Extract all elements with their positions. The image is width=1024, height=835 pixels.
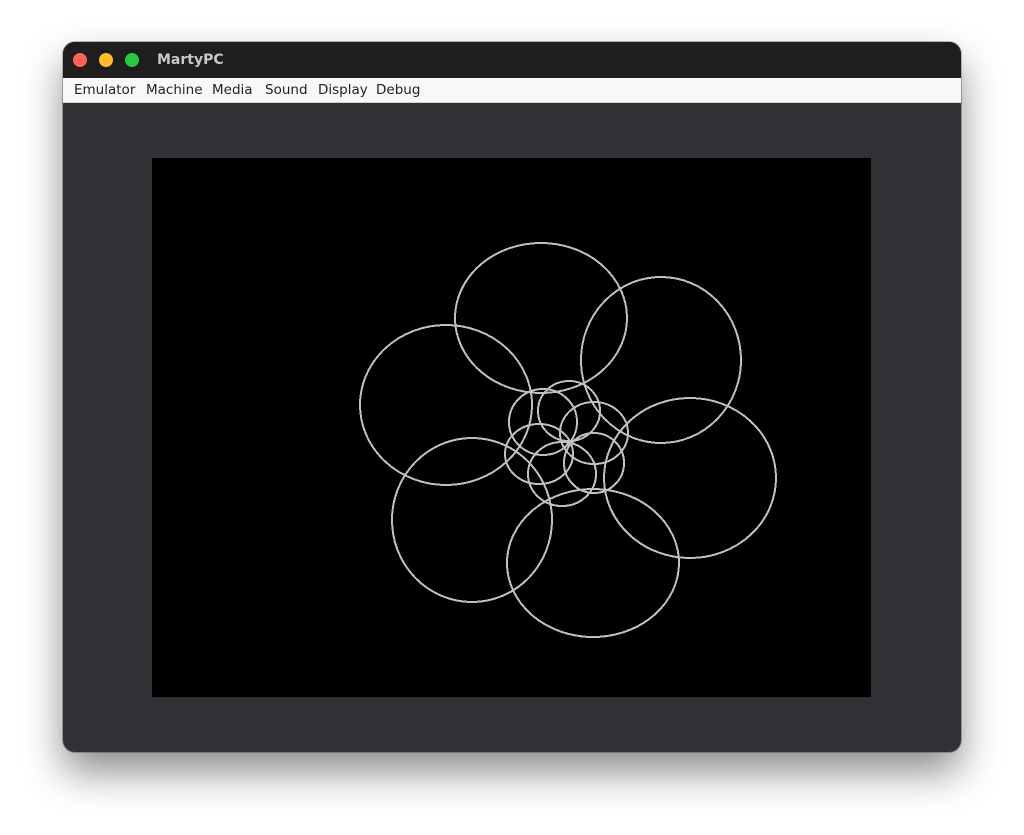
emulator-display[interactable] xyxy=(152,158,871,697)
close-window-button[interactable] xyxy=(73,53,87,67)
menu-sound[interactable]: Sound xyxy=(265,81,308,99)
outer-circle-5 xyxy=(391,437,553,603)
outer-circle-4 xyxy=(506,488,680,638)
menu-display[interactable]: Display xyxy=(318,81,368,99)
menu-debug[interactable]: Debug xyxy=(376,81,420,99)
display-graphics xyxy=(359,242,777,638)
app-window: MartyPC Emulator Machine Media Sound Dis… xyxy=(63,42,961,752)
menu-media[interactable]: Media xyxy=(212,81,253,99)
zoom-window-button[interactable] xyxy=(125,53,139,67)
menu-emulator[interactable]: Emulator xyxy=(74,81,135,99)
outer-circle-1 xyxy=(454,242,628,394)
window-title: MartyPC xyxy=(157,52,224,68)
inner-circle-6 xyxy=(508,388,578,456)
menu-machine[interactable]: Machine xyxy=(146,81,203,99)
outer-circle-2 xyxy=(580,276,742,444)
outer-circle-3 xyxy=(603,397,777,559)
menu-bar: Emulator Machine Media Sound Display Deb… xyxy=(63,78,961,103)
minimize-window-button[interactable] xyxy=(99,53,113,67)
title-bar[interactable]: MartyPC xyxy=(63,42,961,78)
